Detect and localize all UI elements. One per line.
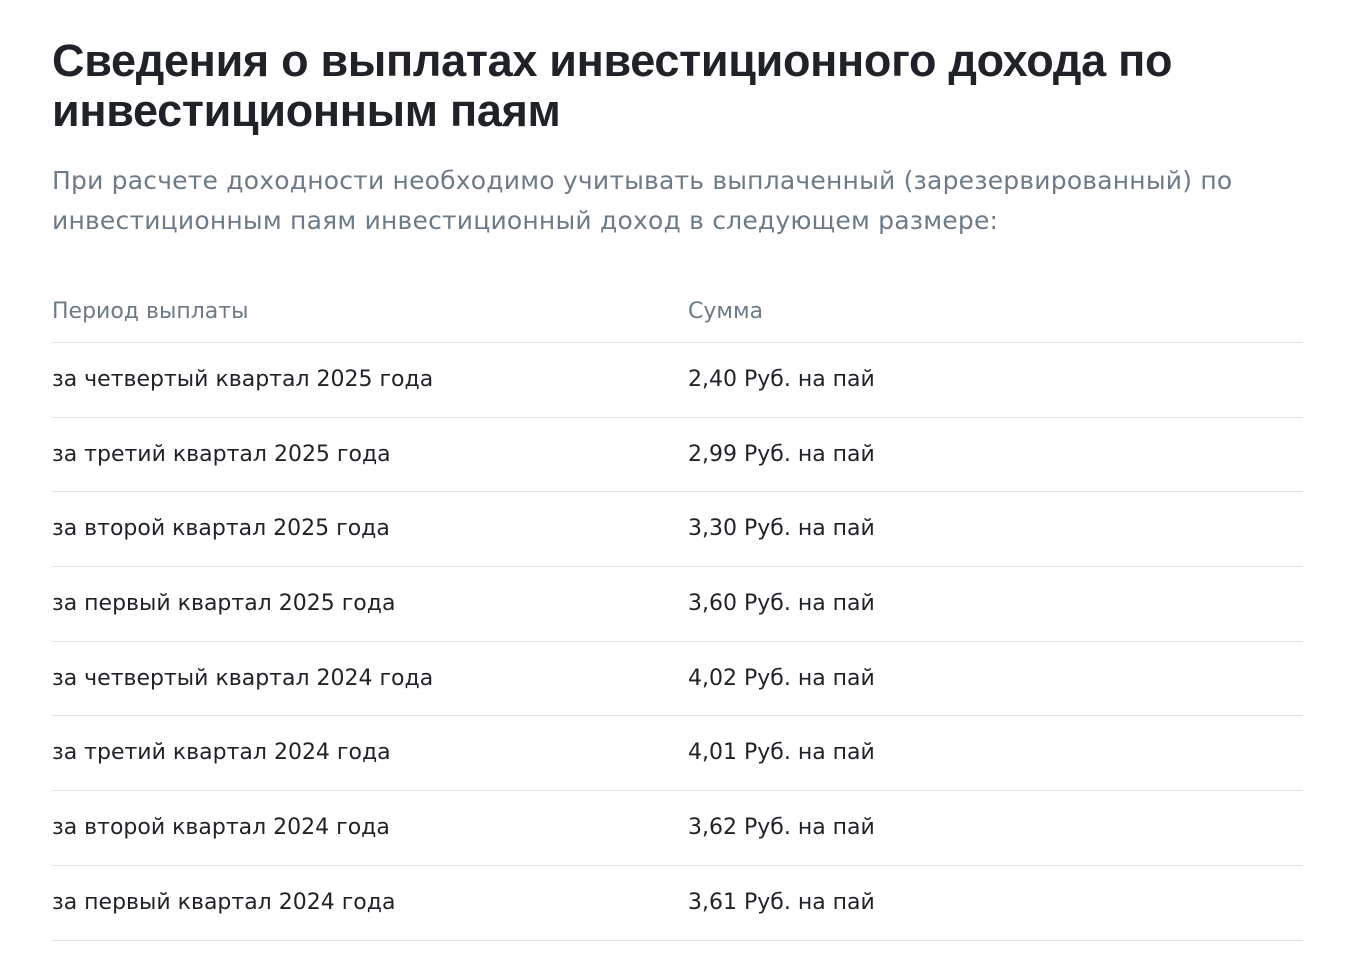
table-row: за третий квартал 2025 года 2,99 Руб. на…: [52, 418, 1303, 493]
page-description: При расчете доходности необходимо учитыв…: [52, 166, 1233, 235]
table-row: за первый квартал 2025 года 3,60 Руб. на…: [52, 567, 1303, 642]
table-row: за четвертый квартал 2025 года 2,40 Руб.…: [52, 343, 1303, 418]
table-row: за третий квартал 2024 года 4,01 Руб. на…: [52, 716, 1303, 792]
period-cell: за третий квартал 2025 года: [52, 441, 391, 467]
sum-cell: 3,62 Руб. на пай: [688, 815, 875, 841]
table-row: за первый квартал 2024 года 3,61 Руб. на…: [52, 866, 1303, 941]
sum-cell: 3,61 Руб. на пай: [688, 889, 875, 915]
page: Сведения о выплатах инвестиционного дохо…: [0, 0, 1350, 960]
period-cell: за третий квартал 2024 года: [52, 740, 391, 766]
sum-cell: 2,40 Руб. на пай: [688, 367, 875, 392]
page-title: Сведения о выплатах инвестиционного дохо…: [52, 35, 1173, 136]
period-cell: за первый квартал 2025 года: [52, 591, 396, 617]
payouts-table: Период выплаты Сумма за четвертый кварта…: [52, 280, 1303, 941]
period-cell: за второй квартал 2024 года: [52, 815, 390, 841]
table-row: за второй квартал 2024 года 3,62 Руб. на…: [52, 791, 1303, 866]
table-header: Период выплаты Сумма: [52, 280, 1303, 343]
sum-cell: 4,01 Руб. на пай: [688, 740, 875, 766]
column-header-sum: Сумма: [688, 299, 764, 324]
table-row: за второй квартал 2025 года 3,30 Руб. на…: [52, 492, 1303, 568]
sum-cell: 4,02 Руб. на пай: [688, 665, 875, 691]
period-cell: за четвертый квартал 2025 года: [52, 367, 434, 392]
sum-cell: 3,30 Руб. на пай: [688, 516, 875, 542]
period-cell: за первый квартал 2024 года: [52, 889, 396, 915]
period-cell: за четвертый квартал 2024 года: [52, 665, 434, 691]
sum-cell: 2,99 Руб. на пай: [688, 441, 875, 467]
sum-cell: 3,60 Руб. на пай: [688, 591, 875, 617]
period-cell: за второй квартал 2025 года: [52, 516, 390, 542]
column-header-period: Период выплаты: [52, 299, 249, 324]
table-row: за четвертый квартал 2024 года 4,02 Руб.…: [52, 642, 1303, 717]
